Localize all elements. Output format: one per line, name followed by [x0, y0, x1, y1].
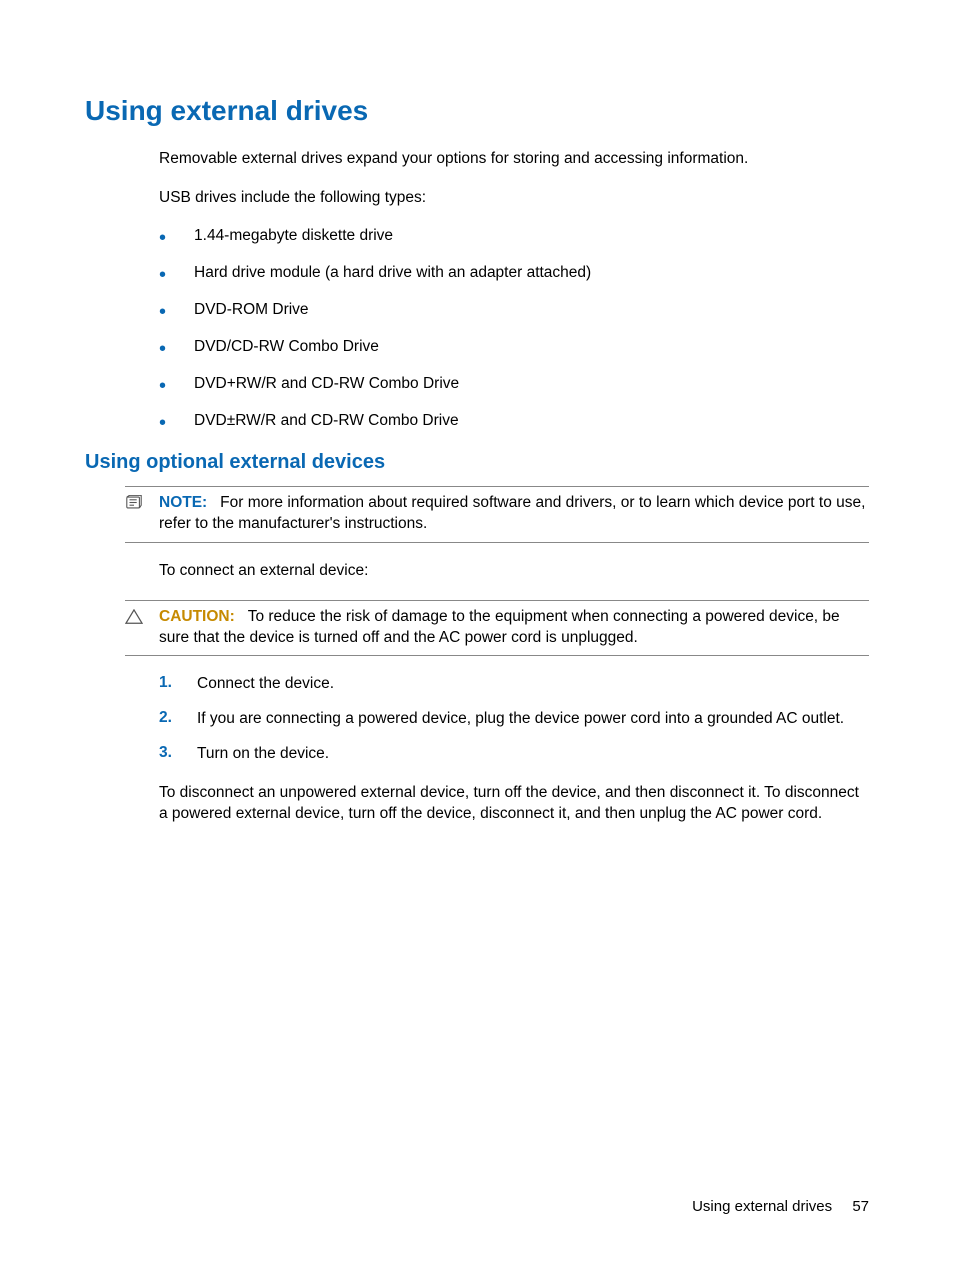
bullet-icon: • [159, 413, 166, 433]
step-number: 3. [159, 744, 197, 762]
note-text: For more information about required soft… [159, 494, 865, 532]
bullet-icon: • [159, 265, 166, 285]
step-number: 1. [159, 674, 197, 692]
step-item: 1. Connect the device. [159, 674, 869, 695]
bullet-icon: • [159, 339, 166, 359]
footer-page-number: 57 [852, 1198, 869, 1215]
list-item-text: DVD/CD-RW Combo Drive [194, 338, 869, 356]
list-item: • DVD-ROM Drive [159, 301, 869, 322]
section-heading: Using optional external devices [85, 451, 869, 474]
intro-paragraph-2: USB drives include the following types: [159, 188, 869, 209]
connect-intro: To connect an external device: [159, 561, 869, 582]
list-item-text: 1.44-megabyte diskette drive [194, 227, 869, 245]
footer-section-title: Using external drives [692, 1198, 832, 1215]
list-item: • Hard drive module (a hard drive with a… [159, 264, 869, 285]
list-item: • 1.44-megabyte diskette drive [159, 227, 869, 248]
note-callout: NOTE: For more information about require… [125, 486, 869, 543]
caution-icon [125, 609, 145, 630]
list-item: • DVD/CD-RW Combo Drive [159, 338, 869, 359]
step-number: 2. [159, 709, 197, 727]
caution-text: To reduce the risk of damage to the equi… [159, 608, 840, 646]
bullet-icon: • [159, 228, 166, 248]
note-icon [125, 495, 145, 515]
page-footer: Using external drives 57 [692, 1198, 869, 1215]
caution-callout: CAUTION: To reduce the risk of damage to… [125, 600, 869, 657]
bullet-icon: • [159, 376, 166, 396]
step-item: 2. If you are connecting a powered devic… [159, 709, 869, 730]
intro-paragraph-1: Removable external drives expand your op… [159, 149, 869, 170]
caution-label: CAUTION: [159, 608, 235, 625]
note-body: NOTE: For more information about require… [159, 493, 869, 535]
step-item: 3. Turn on the device. [159, 744, 869, 765]
disconnect-paragraph: To disconnect an unpowered external devi… [159, 783, 869, 825]
step-text: Turn on the device. [197, 744, 869, 765]
list-item: • DVD+RW/R and CD-RW Combo Drive [159, 375, 869, 396]
list-item-text: DVD+RW/R and CD-RW Combo Drive [194, 375, 869, 393]
list-item-text: Hard drive module (a hard drive with an … [194, 264, 869, 282]
steps-list: 1. Connect the device. 2. If you are con… [159, 674, 869, 765]
list-item-text: DVD±RW/R and CD-RW Combo Drive [194, 412, 869, 430]
list-item-text: DVD-ROM Drive [194, 301, 869, 319]
caution-body: CAUTION: To reduce the risk of damage to… [159, 607, 869, 649]
usb-drives-list: • 1.44-megabyte diskette drive • Hard dr… [159, 227, 869, 433]
step-text: Connect the device. [197, 674, 869, 695]
step-text: If you are connecting a powered device, … [197, 709, 869, 730]
note-label: NOTE: [159, 494, 207, 511]
bullet-icon: • [159, 302, 166, 322]
list-item: • DVD±RW/R and CD-RW Combo Drive [159, 412, 869, 433]
page-heading: Using external drives [85, 95, 869, 127]
